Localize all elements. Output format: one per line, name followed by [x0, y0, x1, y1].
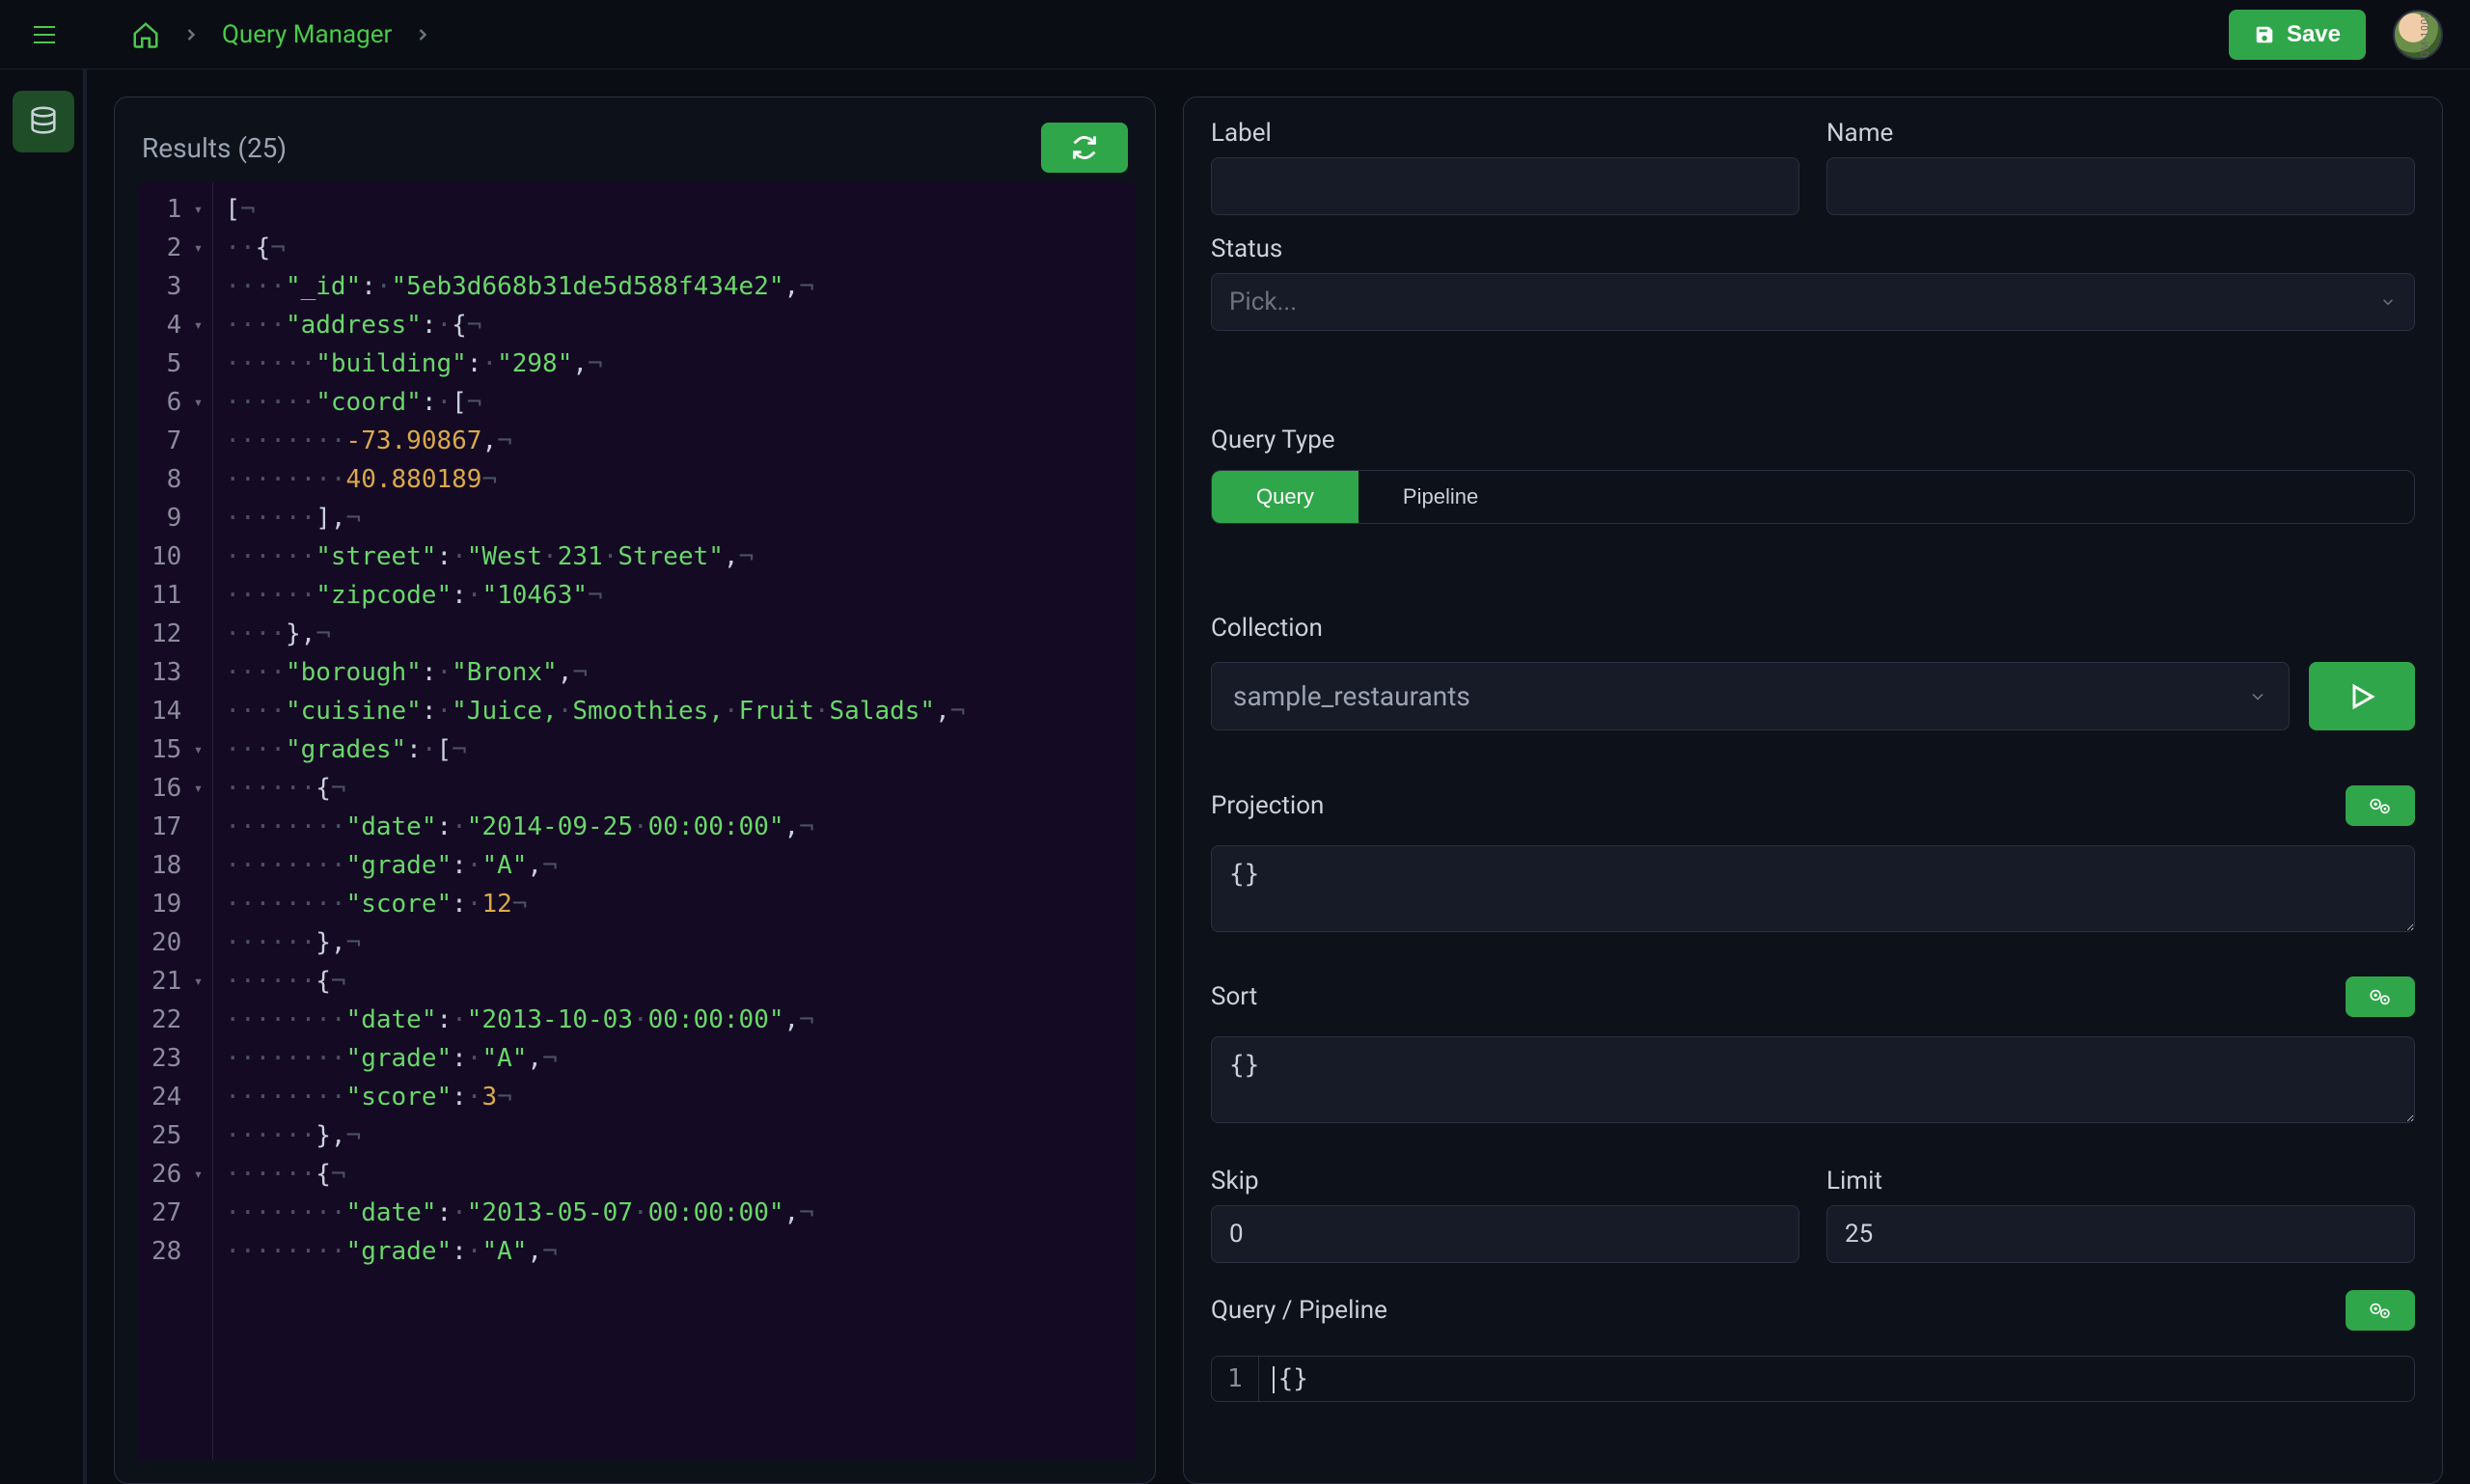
save-button-label: Save — [2287, 21, 2341, 48]
results-title: Results (25) — [142, 132, 287, 164]
sort-label: Sort — [1211, 982, 1257, 1011]
hamburger-icon — [34, 26, 55, 43]
refresh-button[interactable] — [1041, 123, 1128, 173]
name-field-label: Name — [1826, 119, 2415, 148]
projection-label: Projection — [1211, 791, 1324, 820]
avatar[interactable]: QM-1002 — [2393, 10, 2443, 60]
siderail-item-database[interactable] — [13, 91, 74, 152]
query-pipeline-line-number: 1 — [1212, 1357, 1259, 1401]
collection-value: sample_restaurants — [1233, 680, 1470, 712]
siderail — [0, 69, 87, 1484]
status-select[interactable]: Pick... — [1211, 273, 2415, 331]
query-type-pipeline-button[interactable]: Pipeline — [1358, 471, 1523, 523]
query-form-panel: Label Name Status Pick... — [1183, 96, 2443, 1484]
query-pipeline-label: Query / Pipeline — [1211, 1296, 1387, 1325]
home-icon[interactable] — [131, 20, 160, 49]
menu-toggle-button[interactable] — [27, 17, 62, 52]
skip-label: Skip — [1211, 1167, 1799, 1195]
sort-settings-button[interactable] — [2346, 976, 2415, 1017]
skip-input[interactable] — [1211, 1205, 1799, 1263]
breadcrumb-query-manager[interactable]: Query Manager — [222, 20, 392, 49]
label-field-label: Label — [1211, 119, 1799, 148]
query-pipeline-content: {} — [1278, 1364, 1308, 1393]
query-type-toggle: Query Pipeline — [1211, 470, 2415, 524]
chevron-down-icon — [2379, 293, 2397, 311]
query-type-query-button[interactable]: Query — [1212, 471, 1358, 523]
play-icon — [2346, 681, 2377, 712]
projection-settings-button[interactable] — [2346, 785, 2415, 826]
limit-label: Limit — [1826, 1167, 2415, 1195]
query-type-label: Query Type — [1211, 426, 2415, 454]
gears-icon — [2368, 796, 2393, 815]
name-input[interactable] — [1826, 157, 2415, 215]
chevron-right-icon — [181, 25, 201, 44]
run-query-button[interactable] — [2309, 662, 2415, 730]
query-pipeline-editor[interactable]: 1 {} — [1211, 1356, 2415, 1402]
collection-label: Collection — [1211, 614, 2415, 643]
avatar-label: QM-1002 — [2421, 12, 2431, 58]
save-button[interactable]: Save — [2229, 10, 2366, 60]
limit-input[interactable] — [1826, 1205, 2415, 1263]
query-pipeline-settings-button[interactable] — [2346, 1290, 2415, 1331]
save-icon — [2254, 24, 2275, 45]
results-panel: Results (25) 1▾2▾34▾56▾789101112131415▾1… — [114, 96, 1156, 1484]
chevron-right-icon — [413, 25, 432, 44]
projection-textarea[interactable] — [1211, 845, 2415, 932]
collection-select[interactable]: sample_restaurants — [1211, 662, 2290, 730]
status-select-placeholder: Pick... — [1229, 288, 1297, 316]
sort-textarea[interactable] — [1211, 1036, 2415, 1123]
refresh-icon — [1071, 134, 1098, 161]
label-input[interactable] — [1211, 157, 1799, 215]
topbar: Query Manager Save QM-1002 — [0, 0, 2470, 69]
status-field-label: Status — [1211, 234, 2415, 263]
results-editor[interactable]: 1▾2▾34▾56▾789101112131415▾16▾1718192021▾… — [138, 182, 1136, 1460]
breadcrumb: Query Manager — [131, 20, 432, 49]
gears-icon — [2368, 987, 2393, 1006]
database-icon — [27, 105, 60, 138]
chevron-down-icon — [2248, 687, 2267, 706]
gears-icon — [2368, 1301, 2393, 1320]
